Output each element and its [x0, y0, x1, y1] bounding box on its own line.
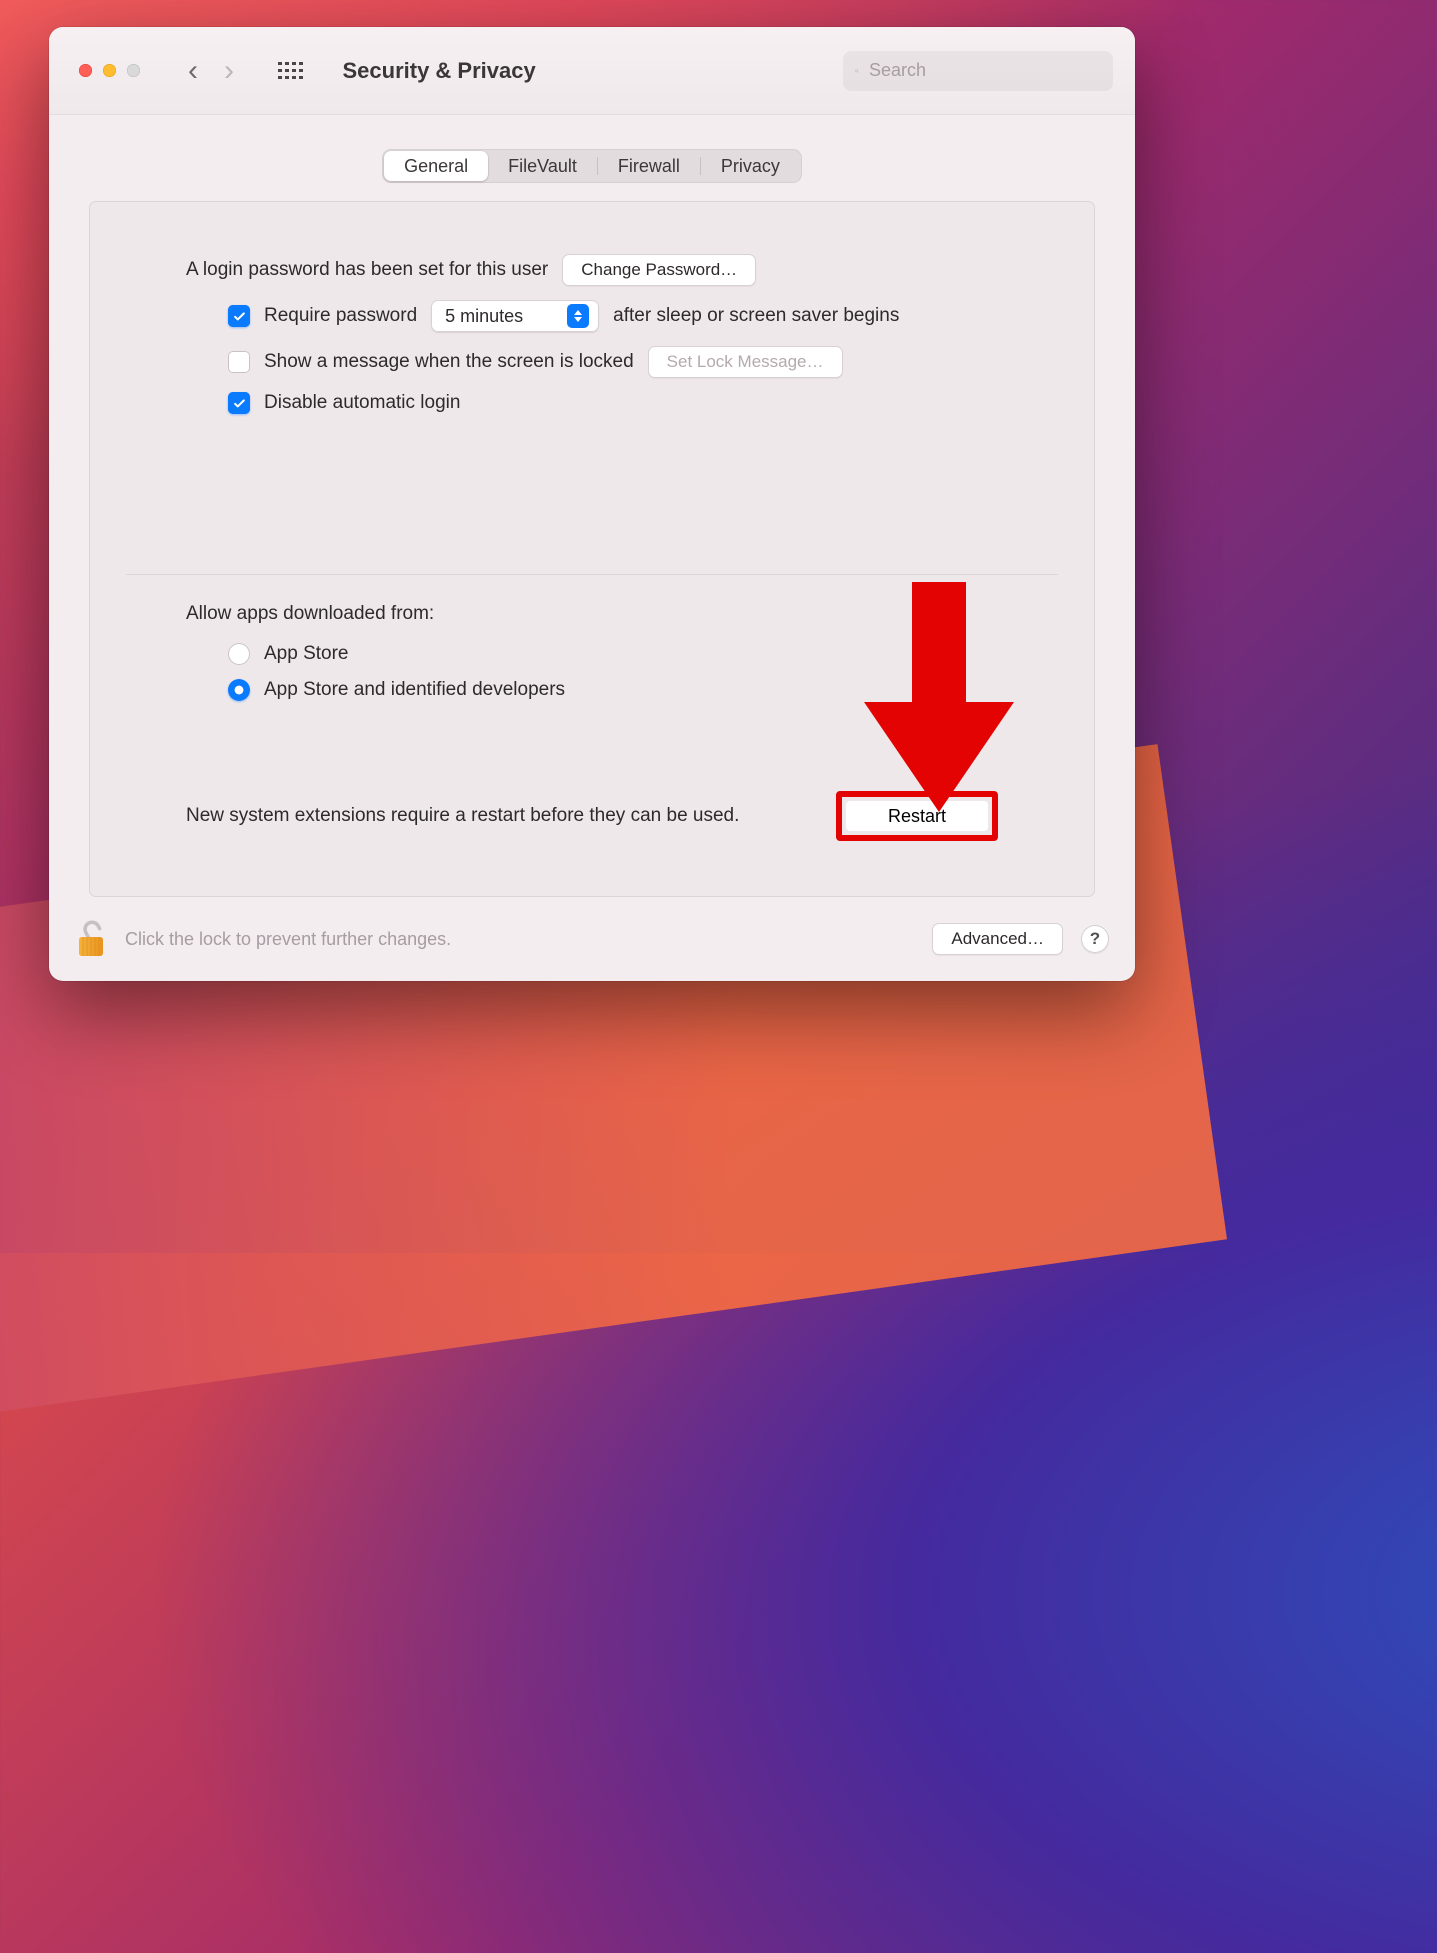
search-icon [855, 62, 859, 80]
require-password-delay-value: 5 minutes [445, 306, 523, 327]
gatekeeper-identified-label: App Store and identified developers [264, 679, 565, 701]
login-password-label: A login password has been set for this u… [186, 259, 548, 281]
show-message-label: Show a message when the screen is locked [264, 351, 634, 373]
minimize-window-icon[interactable] [103, 64, 116, 77]
disable-auto-login-checkbox[interactable] [228, 392, 250, 414]
gatekeeper-app-store-label: App Store [264, 643, 349, 665]
show-all-icon[interactable] [278, 62, 303, 80]
system-preferences-window: ‹ › Security & Privacy General FileVault… [49, 27, 1135, 981]
tab-filevault[interactable]: FileVault [488, 151, 597, 181]
require-password-checkbox[interactable] [228, 305, 250, 327]
back-icon[interactable]: ‹ [188, 56, 198, 86]
require-password-label-post: after sleep or screen saver begins [613, 305, 899, 327]
settings-panel: A login password has been set for this u… [89, 201, 1095, 897]
divider [126, 574, 1058, 575]
disable-auto-login-label: Disable automatic login [264, 392, 460, 414]
nav-controls: ‹ › [188, 56, 303, 86]
gatekeeper-identified-radio[interactable] [228, 679, 250, 701]
zoom-window-icon [127, 64, 140, 77]
checkmark-icon [232, 396, 247, 411]
tab-firewall[interactable]: Firewall [598, 151, 700, 181]
help-button[interactable]: ? [1081, 925, 1109, 953]
search-input[interactable] [869, 60, 1101, 81]
titlebar: ‹ › Security & Privacy [49, 27, 1135, 115]
extensions-message: New system extensions require a restart … [186, 805, 739, 827]
search-field[interactable] [843, 51, 1113, 91]
forward-icon: › [224, 56, 234, 86]
annotation-arrow-icon [864, 582, 1014, 822]
window-controls [79, 64, 140, 77]
stepper-icon [567, 304, 589, 328]
checkmark-icon [232, 309, 247, 324]
tabs: General FileVault Firewall Privacy [382, 149, 802, 183]
close-window-icon[interactable] [79, 64, 92, 77]
lock-help-text: Click the lock to prevent further change… [125, 929, 451, 950]
set-lock-message-button: Set Lock Message… [648, 346, 843, 378]
show-message-checkbox[interactable] [228, 351, 250, 373]
require-password-label-pre: Require password [264, 305, 417, 327]
gatekeeper-app-store-radio[interactable] [228, 643, 250, 665]
change-password-button[interactable]: Change Password… [562, 254, 756, 286]
tab-privacy[interactable]: Privacy [701, 151, 800, 181]
window-title: Security & Privacy [343, 58, 536, 84]
advanced-button[interactable]: Advanced… [932, 923, 1063, 955]
require-password-delay-select[interactable]: 5 minutes [431, 300, 599, 332]
tab-general[interactable]: General [384, 151, 488, 181]
lock-icon[interactable] [75, 919, 107, 959]
